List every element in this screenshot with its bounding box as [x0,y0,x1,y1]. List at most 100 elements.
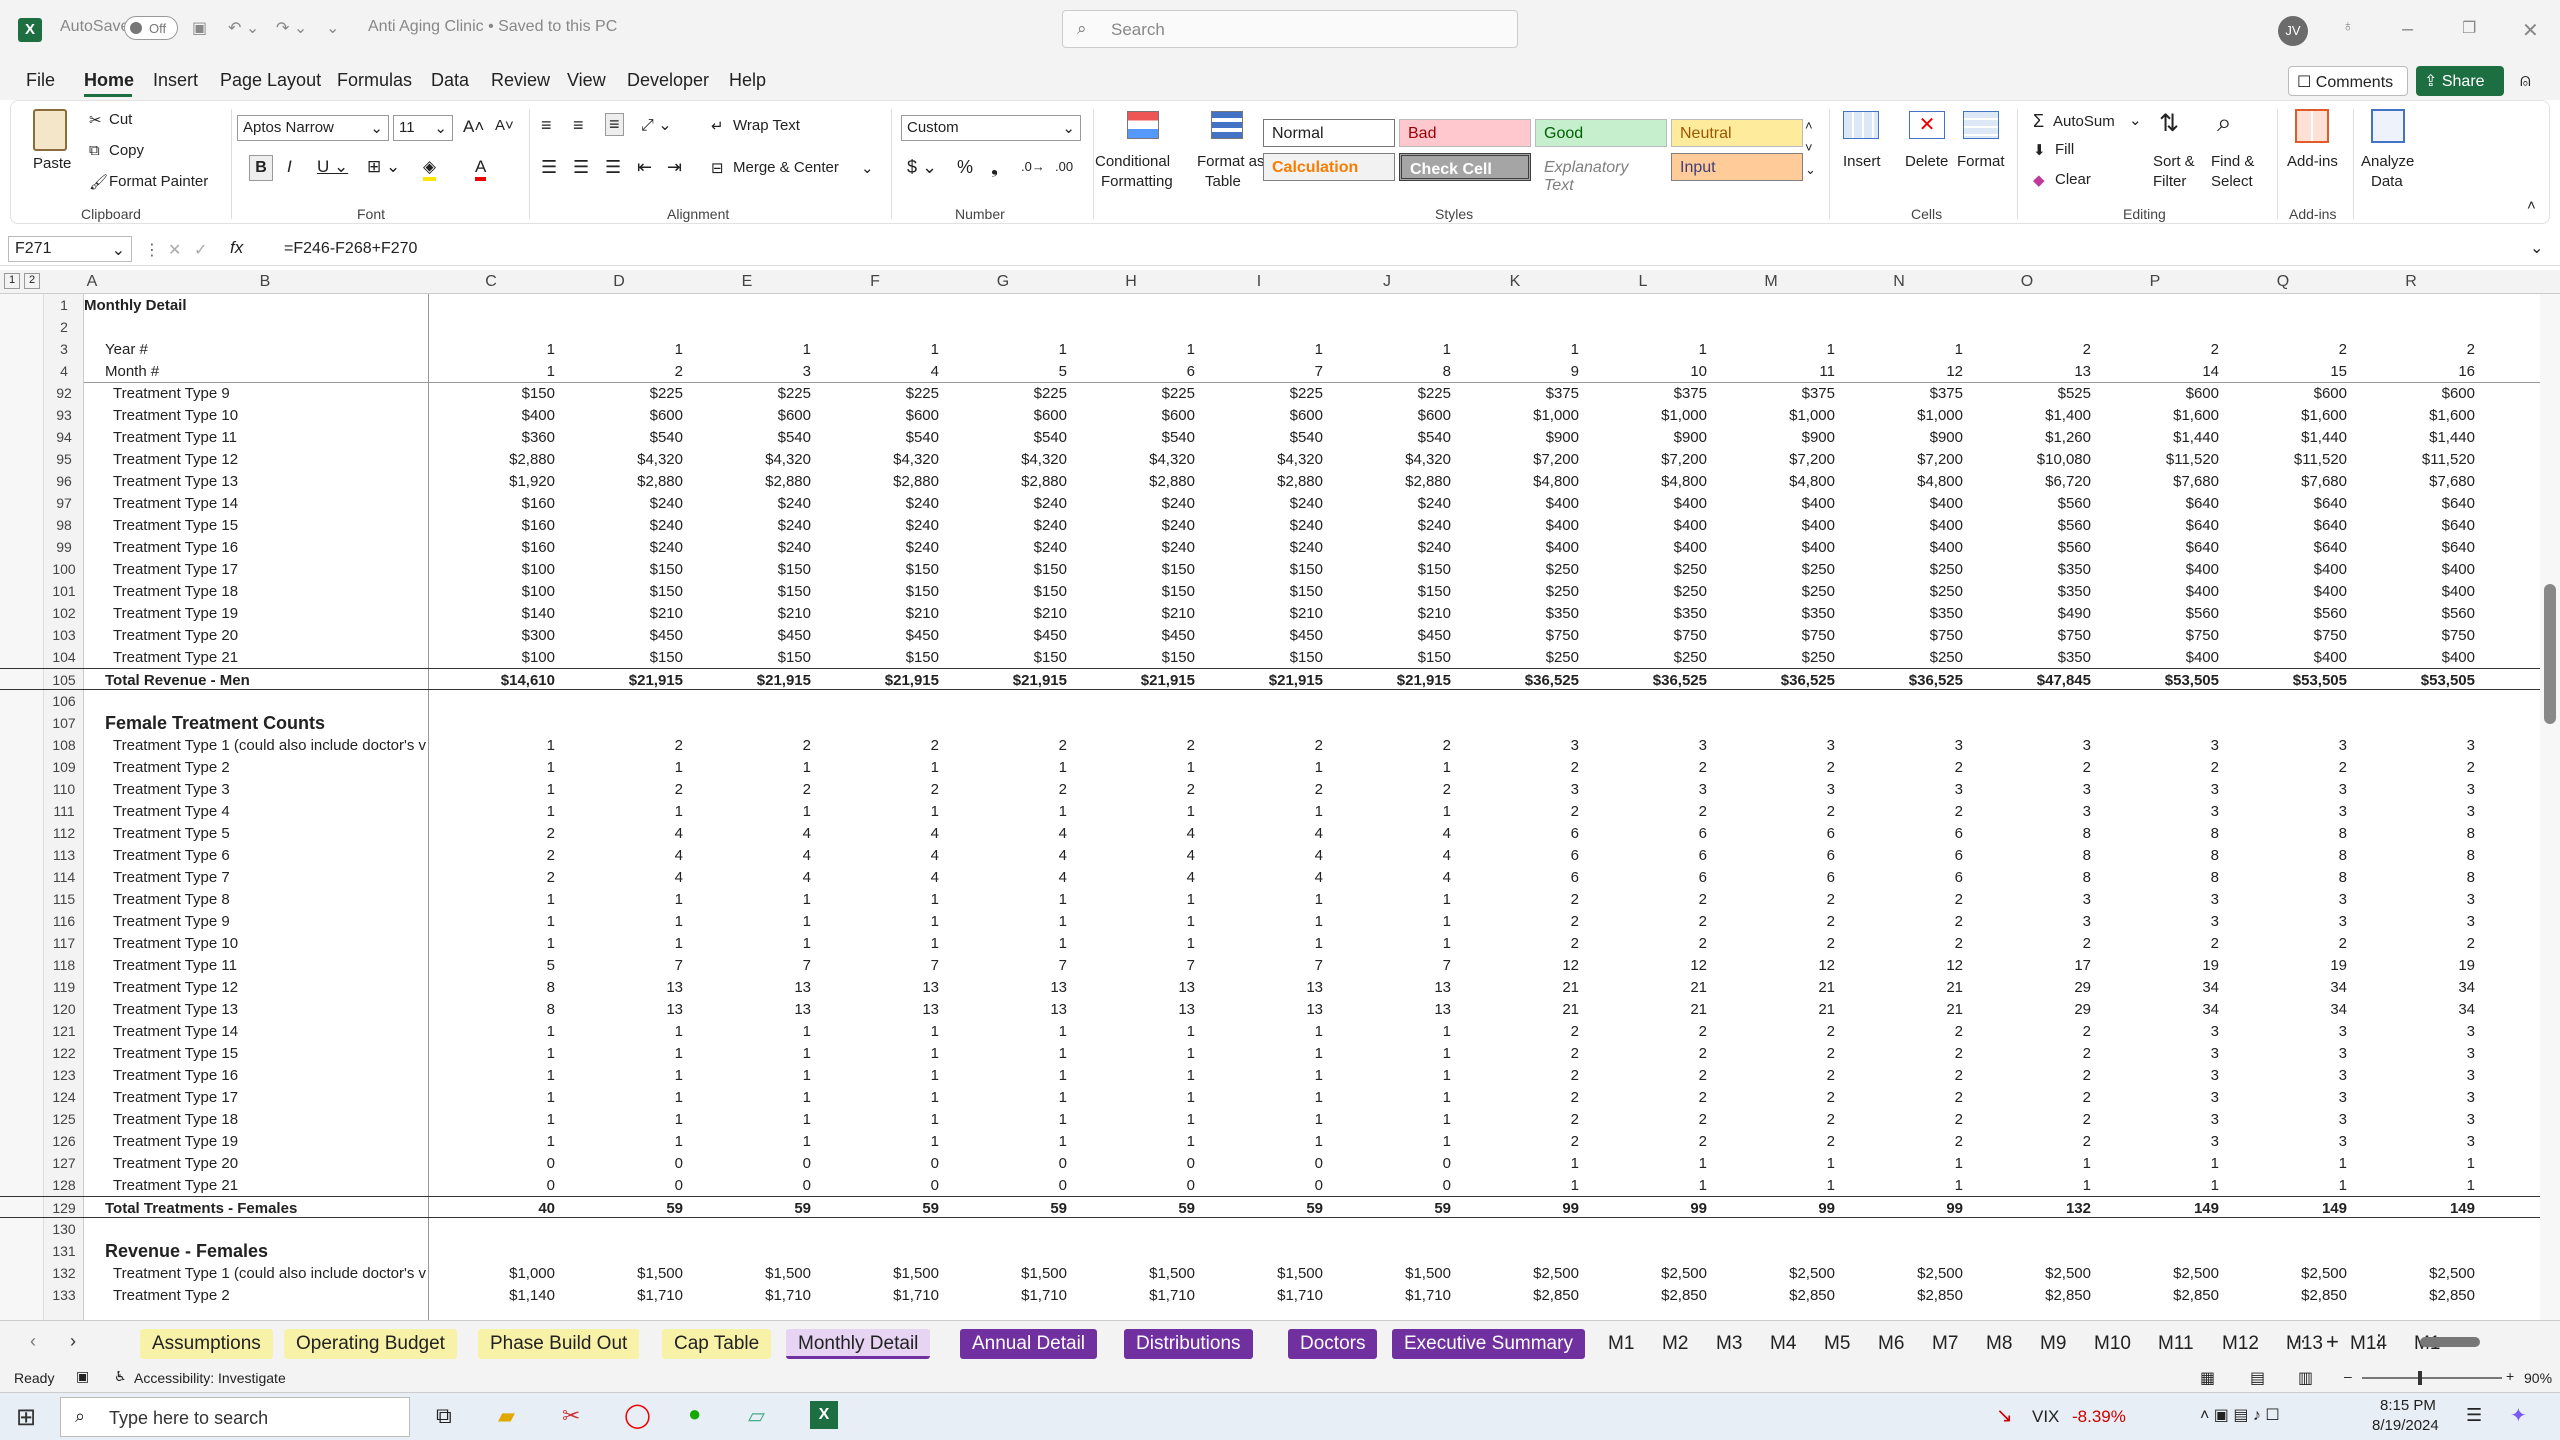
menu-view[interactable]: View [567,70,606,91]
cell-value[interactable]: $240 [691,495,811,512]
minimize-icon[interactable]: – [2402,18,2413,41]
cell-value[interactable]: 8 [2099,825,2219,842]
cell-value[interactable]: 8 [2355,825,2475,842]
style-good[interactable]: Good [1535,119,1667,147]
cell-value[interactable]: $1,600 [2227,407,2347,424]
cell-value[interactable]: 0 [1203,1177,1323,1194]
cell-value[interactable]: 3 [2227,803,2347,820]
style-normal[interactable]: Normal [1263,119,1395,147]
row-label[interactable]: Treatment Type 20 [113,627,433,644]
cell-value[interactable]: 7 [1203,363,1323,380]
cell-value[interactable]: $1,500 [819,1265,939,1282]
row-number[interactable]: 100 [44,561,84,577]
cell-value[interactable]: $1,000 [1843,407,1963,424]
cell-value[interactable]: 2 [1459,1111,1579,1128]
cell-value[interactable]: 3 [2355,1023,2475,1040]
column-header-j[interactable]: J [1367,273,1407,291]
column-header-i[interactable]: I [1239,273,1279,291]
cell-value[interactable]: 5 [947,363,1067,380]
cell-value[interactable]: 1 [947,891,1067,908]
cell-value[interactable]: 1 [1331,1111,1451,1128]
cell-value[interactable]: $150 [1075,583,1195,600]
zoom-in-icon[interactable]: + [2506,1368,2514,1384]
menu-home[interactable]: Home [84,70,134,91]
cell-value[interactable]: $640 [2227,517,2347,534]
cell-value[interactable]: $375 [1587,385,1707,402]
row-number[interactable]: 131 [44,1243,84,1259]
cell-value[interactable]: $240 [947,495,1067,512]
cell-value[interactable]: 1 [435,759,555,776]
cell-value[interactable]: $2,880 [435,451,555,468]
cell-value[interactable]: 21 [1459,1001,1579,1018]
cell-value[interactable]: 17 [1971,957,2091,974]
row-label[interactable]: Treatment Type 5 [113,825,433,842]
cell-value[interactable]: 1 [435,1089,555,1106]
cell-value[interactable]: 59 [1203,1200,1323,1217]
cell-value[interactable]: $36,525 [1843,672,1963,689]
cell-value[interactable]: $36,525 [1459,672,1579,689]
cell-value[interactable]: 59 [1331,1200,1451,1217]
horizontal-scrollbar[interactable] [2400,1335,2530,1349]
cell-value[interactable]: 1 [1331,803,1451,820]
style-bad[interactable]: Bad [1399,119,1531,147]
cell-value[interactable]: 29 [1971,979,2091,996]
row-number[interactable]: 3 [44,341,84,357]
merge-dropdown-icon[interactable]: ⌄ [861,159,874,177]
cell-value[interactable]: 8 [2355,847,2475,864]
wrap-text-icon[interactable]: ↵ [711,117,724,135]
cell-value[interactable]: $375 [1843,385,1963,402]
cell-value[interactable]: 2 [1843,759,1963,776]
column-header-n[interactable]: N [1879,273,1919,291]
cell-value[interactable]: $1,500 [563,1265,683,1282]
cell-value[interactable]: $21,915 [1203,672,1323,689]
analyze-data-button[interactable]: Analyze [2361,153,2414,170]
delete-cells-button[interactable]: Delete [1905,153,1948,170]
cell-value[interactable]: $560 [1971,517,2091,534]
cell-value[interactable]: $1,920 [435,473,555,490]
row-label[interactable]: Treatment Type 7 [113,869,433,886]
column-header-m[interactable]: M [1751,273,1791,291]
cell-value[interactable]: 2 [1843,1111,1963,1128]
row-number[interactable]: 133 [44,1287,84,1303]
cell-value[interactable]: $750 [1843,627,1963,644]
cell-value[interactable]: $400 [1715,539,1835,556]
cell-value[interactable]: $1,710 [563,1287,683,1304]
task-view-icon[interactable]: ⧉ [436,1403,452,1429]
cell-value[interactable]: 99 [1715,1200,1835,1217]
cell-value[interactable]: 1 [1075,935,1195,952]
cell-value[interactable]: 4 [691,847,811,864]
hscroll-thumb[interactable] [2420,1337,2480,1347]
cell-value[interactable]: $560 [2099,605,2219,622]
cell-value[interactable]: $750 [1459,627,1579,644]
bold-button[interactable]: B [249,155,273,181]
cell-value[interactable]: 6 [1587,847,1707,864]
cell-value[interactable]: 8 [1971,869,2091,886]
save-icon[interactable]: ▣ [192,18,207,38]
cell-value[interactable]: 1 [1203,891,1323,908]
cell-value[interactable]: 34 [2227,1001,2347,1018]
cell-value[interactable]: $1,000 [435,1265,555,1282]
cell-value[interactable]: 132 [1971,1200,2091,1217]
menu-insert[interactable]: Insert [153,70,198,91]
cell-value[interactable]: $4,320 [819,451,939,468]
cell-value[interactable]: 13 [691,979,811,996]
cell-value[interactable]: $750 [1971,627,2091,644]
cell-value[interactable]: $4,800 [1459,473,1579,490]
cell-value[interactable]: 3 [2227,891,2347,908]
cell-value[interactable]: $150 [1075,649,1195,666]
row-label[interactable]: Treatment Type 2 [113,1287,433,1304]
cell-value[interactable]: $14,610 [435,672,555,689]
cell-value[interactable]: 13 [947,979,1067,996]
cell-value[interactable]: 13 [819,1001,939,1018]
cell-value[interactable]: 3 [2099,1089,2219,1106]
cell-value[interactable]: 13 [1331,1001,1451,1018]
cell-value[interactable]: $225 [1331,385,1451,402]
cell-value[interactable]: $1,400 [1971,407,2091,424]
cell-value[interactable]: $640 [2227,539,2347,556]
cell-value[interactable]: 2 [1843,1067,1963,1084]
opera-icon[interactable]: ◯ [624,1401,651,1430]
cell-value[interactable]: 3 [1971,737,2091,754]
cell-value[interactable]: $540 [1331,429,1451,446]
cell-value[interactable]: 11 [1715,363,1835,380]
cell-value[interactable]: $400 [2355,583,2475,600]
